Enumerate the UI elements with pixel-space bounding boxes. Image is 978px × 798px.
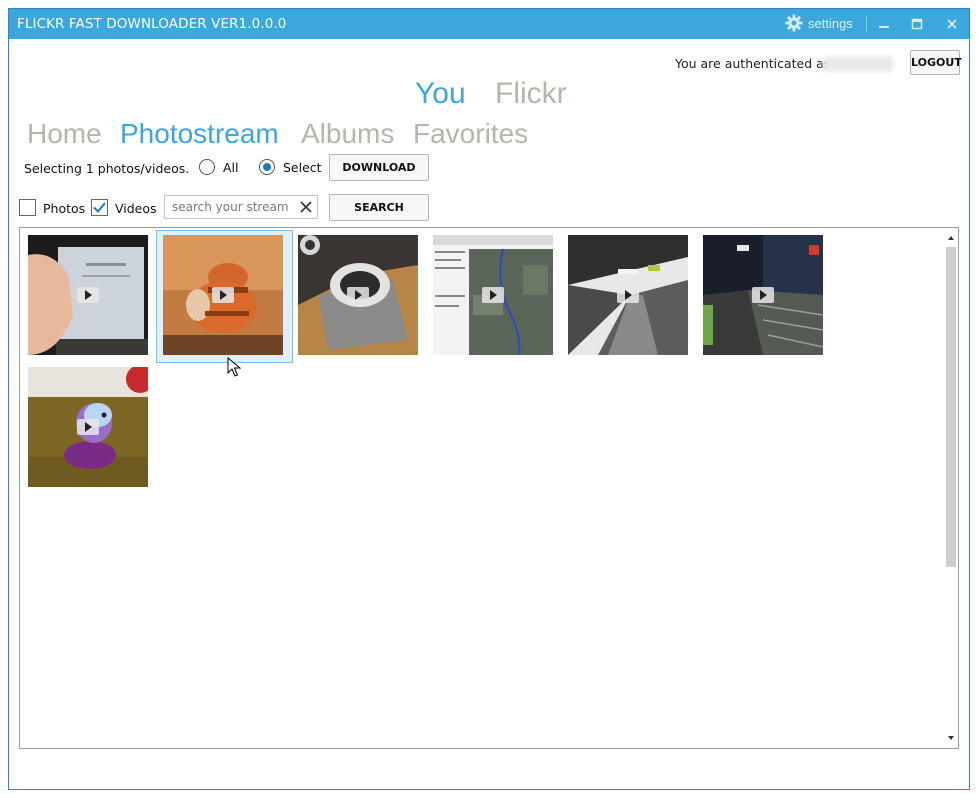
maximize-button[interactable]	[906, 13, 928, 35]
radio-all[interactable]	[199, 159, 215, 175]
thumb-laptop-video[interactable]	[28, 235, 148, 355]
videos-checkbox[interactable]	[91, 199, 108, 216]
scroll-up-arrow-icon[interactable]	[947, 234, 955, 242]
play-icon	[347, 287, 369, 303]
search-input[interactable]	[165, 196, 304, 218]
photos-label: Photos	[43, 201, 86, 216]
minimize-icon	[879, 26, 889, 28]
videos-label: Videos	[115, 201, 157, 216]
search-field[interactable]	[164, 195, 318, 219]
gear-icon	[785, 14, 803, 32]
thumb-purple-toy-video[interactable]	[28, 367, 148, 487]
clear-search-icon[interactable]	[298, 199, 314, 215]
maximize-icon	[911, 18, 923, 30]
tab-home[interactable]: Home	[27, 118, 102, 150]
scroll-down-arrow-icon[interactable]	[947, 734, 955, 742]
selection-status: Selecting 1 photos/videos.	[24, 161, 190, 176]
settings-label: settings	[808, 15, 853, 31]
app-title: FLICKR FAST DOWNLOADER VER1.0.0.0	[17, 16, 287, 32]
titlebar-divider	[866, 17, 867, 31]
play-icon	[212, 287, 234, 303]
download-button[interactable]: DOWNLOAD	[329, 154, 429, 181]
tab-photostream[interactable]: Photostream	[120, 118, 279, 150]
play-icon	[617, 287, 639, 303]
settings-button[interactable]: settings	[785, 14, 853, 32]
radio-select[interactable]	[259, 159, 275, 175]
play-icon	[752, 287, 774, 303]
radio-all-label: All	[223, 160, 239, 175]
tab-you[interactable]: You	[415, 77, 466, 111]
play-icon	[77, 287, 99, 303]
close-button[interactable]	[941, 13, 963, 35]
logout-label: LOGOUT	[911, 56, 962, 69]
checkmark-icon	[93, 202, 106, 213]
thumb-orange-figure-video[interactable]	[163, 235, 283, 355]
download-label: DOWNLOAD	[342, 161, 416, 174]
close-icon	[947, 19, 957, 29]
tab-albums[interactable]: Albums	[301, 118, 394, 150]
thumb-map-software-video[interactable]	[433, 235, 553, 355]
thumb-robot-vacuum-video[interactable]	[298, 235, 418, 355]
tab-favorites[interactable]: Favorites	[413, 118, 528, 150]
thumb-station-platform-video[interactable]	[568, 235, 688, 355]
radio-select-label: Select	[283, 160, 322, 175]
username-redacted	[823, 56, 893, 72]
play-icon	[77, 419, 99, 435]
minimize-button[interactable]	[873, 13, 895, 35]
tab-flickr[interactable]: Flickr	[495, 77, 567, 111]
logout-button[interactable]: LOGOUT	[910, 50, 962, 75]
thumbnail-grid[interactable]	[19, 227, 959, 749]
search-button[interactable]: SEARCH	[329, 194, 429, 221]
scrollbar-thumb[interactable]	[946, 247, 956, 567]
title-bar: FLICKR FAST DOWNLOADER VER1.0.0.0 settin…	[9, 9, 969, 39]
search-label: SEARCH	[354, 201, 404, 214]
mouse-cursor-icon	[227, 357, 241, 377]
thumb-night-platform-video[interactable]	[703, 235, 823, 355]
photos-checkbox[interactable]	[19, 199, 36, 216]
auth-status-text: You are authenticated as	[675, 56, 831, 71]
app-window: FLICKR FAST DOWNLOADER VER1.0.0.0 settin…	[8, 8, 970, 790]
play-icon	[482, 287, 504, 303]
